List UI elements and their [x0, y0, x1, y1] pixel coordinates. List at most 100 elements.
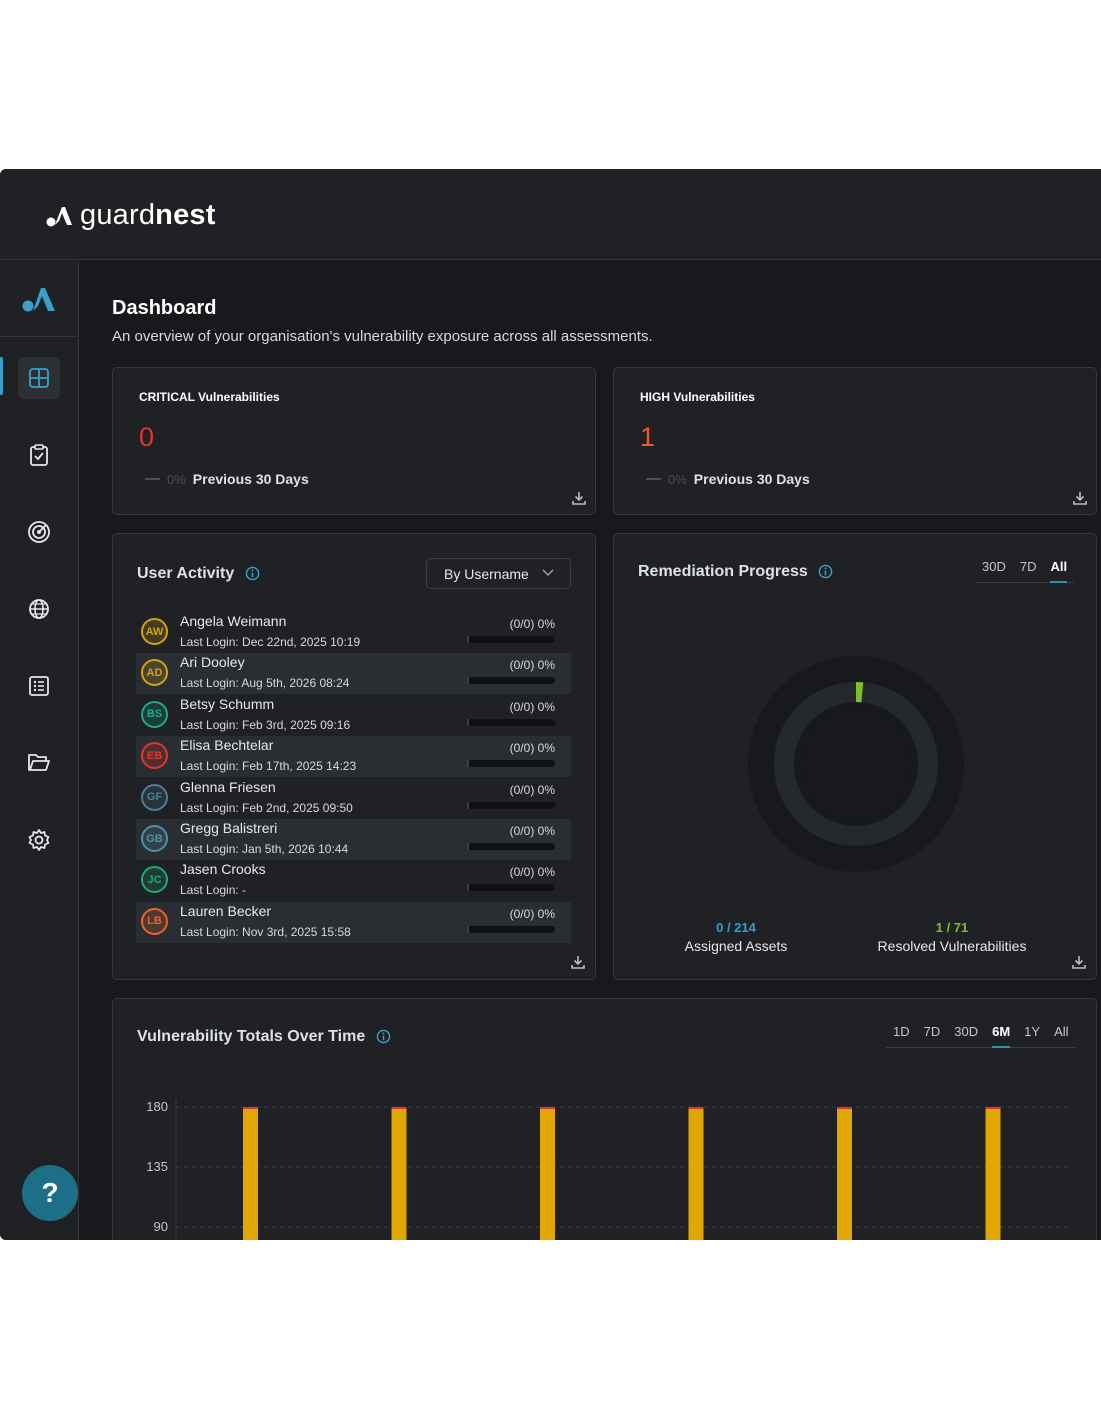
download-icon[interactable]	[1071, 954, 1087, 970]
user-progress-bar	[467, 677, 555, 685]
user-activity-row[interactable]: EB Elisa Bechtelar Last Login: Feb 17th, 2…	[136, 736, 571, 778]
sidebar-item-reports[interactable]	[18, 665, 60, 707]
remediation-tab-all[interactable]: All	[1043, 559, 1074, 583]
user-progress-text: (0/0) 0%	[509, 699, 555, 714]
info-icon[interactable]	[245, 566, 260, 581]
app-window: guardnest ? Dashboard An overview of you…	[0, 169, 1101, 1240]
help-button[interactable]: ?	[22, 1165, 78, 1221]
user-avatar: GF	[141, 783, 168, 811]
chart-bar[interactable]	[688, 1107, 704, 1240]
user-activity-row[interactable]: GB Gregg Balistreri Last Login: Jan 5th, 2…	[136, 819, 571, 860]
critical-change: 0%	[167, 471, 186, 487]
chart-bar[interactable]	[985, 1107, 1001, 1240]
high-period: Previous 30 Days	[693, 471, 810, 487]
chart-bar-cap	[688, 1107, 704, 1109]
high-trend: 0% Previous 30 Days	[646, 471, 810, 487]
user-activity-row[interactable]: BS Betsy Schumm Last Login: Feb 3rd, 2025 …	[136, 695, 571, 736]
info-icon[interactable]	[818, 564, 833, 579]
sidebar-item-globe[interactable]	[18, 588, 60, 630]
chart-bar[interactable]	[243, 1107, 258, 1240]
totals-tab-1y[interactable]: 1Y	[1017, 1024, 1047, 1047]
user-last-login: Last Login: Feb 17th, 2025 14:23	[180, 759, 357, 774]
user-avatar: AD	[141, 659, 168, 687]
remediation-title-text: Remediation Progress	[638, 563, 808, 580]
resolved-vulnerabilities-stat: 1 / 71 Resolved Vulnerabilities	[862, 920, 1042, 954]
totals-title: Vulnerability Totals Over Time	[137, 1028, 391, 1046]
totals-period-tabs: 1D 7D 30D 6M 1Y All	[886, 1024, 1076, 1048]
donut-center	[800, 708, 912, 820]
user-last-login: Last Login: Aug 5th, 2026 08:24	[180, 676, 350, 691]
brand-name-bold: nest	[155, 199, 216, 231]
critical-period: Previous 30 Days	[192, 471, 309, 487]
active-indicator	[0, 357, 3, 395]
user-name: Ari Dooley	[180, 654, 245, 671]
chart-bar[interactable]	[391, 1107, 407, 1240]
page-subtitle: An overview of your organisation's vulne…	[112, 328, 653, 345]
sidebar-item-files[interactable]	[18, 742, 60, 784]
chart-bar[interactable]	[540, 1107, 555, 1240]
user-progress-fill	[467, 801, 469, 809]
remediation-progress-card: Remediation Progress 30D 7D All 0 / 214 As…	[613, 533, 1097, 980]
sort-dropdown-label: By Username	[444, 565, 529, 582]
critical-vulnerabilities-card: CRITICAL Vulnerabilities 0 0% Previous 3…	[112, 367, 596, 515]
chart-bar-cap	[837, 1107, 852, 1109]
target-icon	[28, 521, 50, 543]
user-progress-bar	[467, 843, 555, 850]
y-tick-label: 180	[146, 1099, 168, 1114]
critical-trend: 0% Previous 30 Days	[145, 471, 309, 487]
user-activity-row[interactable]: AD Ari Dooley Last Login: Aug 5th, 2026 08…	[136, 653, 571, 695]
chart-bar-cap	[540, 1107, 555, 1109]
user-progress-bar	[467, 718, 555, 726]
sidebar-logo[interactable]	[0, 261, 78, 337]
user-progress-text: (0/0) 0%	[509, 782, 555, 797]
guardnest-logo-icon	[46, 206, 72, 226]
remediation-tab-30d[interactable]: 30D	[975, 559, 1013, 582]
user-activity-row[interactable]: AW Angela Weimann Last Login: Dec 22nd, 20…	[136, 612, 571, 653]
high-change: 0%	[668, 471, 687, 487]
chart-bar-cap	[243, 1107, 258, 1109]
user-name: Jasen Crooks	[180, 861, 266, 878]
user-progress-bar	[467, 884, 555, 892]
user-last-login: Last Login: Dec 22nd, 2025 10:19	[180, 635, 361, 649]
sidebar-item-targets[interactable]	[18, 511, 60, 553]
download-icon[interactable]	[571, 490, 587, 506]
totals-tab-1d[interactable]: 1D	[886, 1024, 917, 1047]
top-header: guardnest	[0, 169, 1101, 260]
clipboard-check-icon	[30, 444, 48, 466]
totals-tab-all[interactable]: All	[1047, 1024, 1075, 1047]
totals-tab-6m[interactable]: 6M	[985, 1024, 1017, 1048]
vulnerability-totals-card: Vulnerability Totals Over Time 1D 7D 30D 6M…	[112, 998, 1097, 1240]
user-activity-row[interactable]: GF Glenna Friesen Last Login: Feb 2nd, 202…	[136, 778, 571, 819]
info-icon[interactable]	[376, 1029, 391, 1044]
user-progress-fill	[467, 636, 469, 643]
chart-bar-cap	[391, 1107, 407, 1109]
gear-icon	[28, 829, 50, 851]
user-activity-row[interactable]: LB Lauren Becker Last Login: Nov 3rd, 2025…	[136, 901, 571, 943]
user-avatar: EB	[141, 742, 168, 770]
totals-tab-7d[interactable]: 7D	[917, 1024, 948, 1047]
user-last-login: Last Login: Feb 2nd, 2025 09:50	[180, 800, 353, 815]
user-last-login: Last Login: Nov 3rd, 2025 15:58	[180, 924, 351, 939]
sidebar-item-settings[interactable]	[18, 819, 60, 861]
user-name: Betsy Schumm	[180, 695, 275, 712]
user-progress-text: (0/0) 0%	[509, 617, 555, 631]
sidebar-logo-icon	[22, 287, 55, 311]
sort-dropdown[interactable]: By Username	[426, 558, 571, 589]
user-activity-row[interactable]: JC Jasen Crooks Last Login: - (0/0) 0%	[136, 860, 571, 901]
sidebar-item-dashboard[interactable]	[18, 357, 60, 399]
resolved-vulnerabilities-value: 1 / 71	[935, 920, 969, 935]
download-icon[interactable]	[1072, 490, 1088, 506]
user-progress-text: (0/0) 0%	[509, 741, 555, 756]
globe-icon	[29, 599, 49, 619]
brand-logo[interactable]: guardnest	[46, 199, 216, 232]
download-icon[interactable]	[570, 954, 586, 970]
totals-tab-30d[interactable]: 30D	[947, 1024, 985, 1047]
user-progress-fill	[467, 718, 469, 726]
remediation-tab-7d[interactable]: 7D	[1013, 559, 1044, 582]
remediation-donut-chart	[748, 656, 964, 872]
user-avatar: AW	[141, 618, 168, 645]
user-progress-fill	[467, 677, 469, 685]
chart-bar[interactable]	[837, 1107, 852, 1240]
high-value: 1	[640, 422, 656, 452]
sidebar-item-assessments[interactable]	[18, 434, 60, 476]
